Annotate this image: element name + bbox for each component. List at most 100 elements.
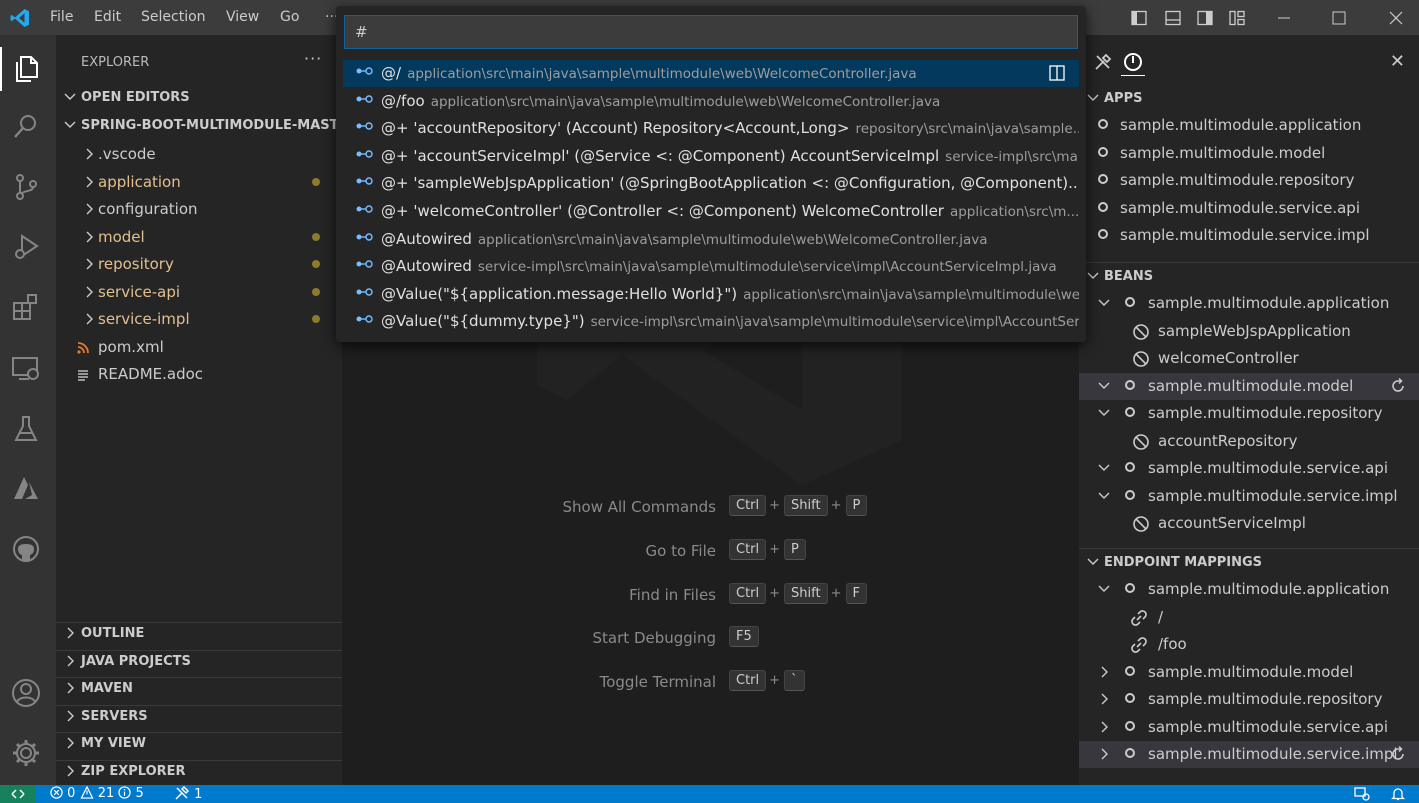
app-item[interactable]: sample.multimodule.repository bbox=[1079, 167, 1419, 194]
open-editors-header[interactable]: OPEN EDITORS bbox=[56, 87, 342, 109]
toggle-secondary-sidebar-icon[interactable] bbox=[1197, 10, 1213, 26]
bean-group-item[interactable]: sample.multimodule.repository bbox=[1079, 400, 1419, 427]
tree-item-label: sample.multimodule.service.impl bbox=[1120, 226, 1370, 244]
section-java-projects[interactable]: JAVA PROJECTS bbox=[56, 649, 342, 672]
open-to-side-icon[interactable] bbox=[1049, 65, 1065, 81]
close-window-icon[interactable] bbox=[1386, 8, 1406, 28]
bean-item[interactable]: sampleWebJspApplication bbox=[1079, 318, 1419, 345]
bean-item[interactable]: accountRepository bbox=[1079, 428, 1419, 455]
keycap: P bbox=[784, 538, 806, 560]
quick-pick-item[interactable]: @+ 'accountServiceImpl' (@Service <: @Co… bbox=[343, 143, 1079, 170]
apps-header[interactable]: APPS bbox=[1079, 88, 1419, 110]
endpoint-group-item[interactable]: sample.multimodule.service.api bbox=[1079, 714, 1419, 741]
app-item[interactable]: sample.multimodule.model bbox=[1079, 140, 1419, 167]
bean-group-item[interactable]: sample.multimodule.service.impl bbox=[1079, 483, 1419, 510]
section-servers[interactable]: SERVERS bbox=[56, 704, 342, 727]
close-panel-button[interactable]: ✕ bbox=[1390, 51, 1405, 72]
file-tree-item[interactable]: configuration bbox=[56, 198, 342, 220]
toggle-panel-icon[interactable] bbox=[1165, 10, 1181, 26]
app-status-icon bbox=[1125, 748, 1135, 758]
remote-explorer-icon[interactable] bbox=[10, 353, 42, 385]
run-debug-icon[interactable] bbox=[10, 231, 42, 263]
minimize-icon[interactable] bbox=[1274, 8, 1294, 28]
app-item[interactable]: sample.multimodule.service.impl bbox=[1079, 222, 1419, 249]
quick-pick-item[interactable]: @Autowired application\src\main\java\samp… bbox=[343, 226, 1079, 253]
file-tree-item[interactable]: .vscode bbox=[56, 143, 342, 165]
tree-item-label: sample.multimodule.service.impl bbox=[1148, 486, 1398, 505]
github-icon[interactable] bbox=[10, 533, 42, 565]
testing-icon[interactable] bbox=[10, 413, 42, 445]
quick-pick-item[interactable]: @+ 'welcomeController' (@Controller <: @… bbox=[343, 198, 1079, 225]
bean-group-item[interactable]: sample.multimodule.application bbox=[1079, 290, 1419, 317]
quick-pick-item-label: @Value("${dummy.type}") service-impl\src\… bbox=[381, 312, 1079, 330]
endpoint-item[interactable]: / bbox=[1079, 604, 1419, 631]
feedback-icon[interactable] bbox=[1354, 787, 1370, 801]
file-tree-item[interactable]: model bbox=[56, 226, 342, 248]
keycap: Shift bbox=[784, 495, 828, 516]
endpoint-group-item[interactable]: sample.multimodule.model bbox=[1079, 659, 1419, 686]
app-item[interactable]: sample.multimodule.service.api bbox=[1079, 195, 1419, 222]
endpoint-item[interactable]: /foo bbox=[1079, 631, 1419, 658]
file-tree-item[interactable]: README.adoc bbox=[56, 363, 342, 385]
symbol-path: service-impl\src\ma... bbox=[945, 148, 1079, 165]
bean-group-item[interactable]: sample.multimodule.model bbox=[1079, 372, 1419, 400]
quick-pick-item[interactable]: @Value("${dummy.type}") service-impl\src\… bbox=[343, 308, 1079, 335]
quick-pick-item[interactable]: @Value("${application.message:Hello Worl… bbox=[343, 281, 1079, 308]
file-tree-item[interactable]: service-impl bbox=[56, 308, 342, 330]
file-tree-item[interactable]: pom.xml bbox=[56, 336, 342, 358]
settings-gear-icon[interactable] bbox=[10, 737, 42, 769]
symbol-path: application\src\main\java\sample\multimo… bbox=[407, 66, 917, 82]
quick-pick-input[interactable] bbox=[344, 15, 1078, 49]
app-item[interactable]: sample.multimodule.application bbox=[1079, 112, 1419, 139]
spring-boot-icon[interactable] bbox=[1123, 52, 1143, 72]
menu-selection[interactable]: Selection bbox=[141, 9, 206, 25]
problems-status[interactable]: 0 21 5 bbox=[50, 785, 144, 801]
notifications-bell-icon[interactable] bbox=[1391, 787, 1405, 801]
menu-file[interactable]: File bbox=[50, 9, 73, 25]
endpoint-group-item[interactable]: sample.multimodule.repository bbox=[1079, 686, 1419, 713]
header-label: ENDPOINT MAPPINGS bbox=[1104, 555, 1263, 570]
section-my-view[interactable]: MY VIEW bbox=[56, 732, 342, 754]
project-header[interactable]: SPRING-BOOT-MULTIMODULE-MASTER bbox=[56, 115, 342, 137]
menu-go[interactable]: Go bbox=[280, 9, 299, 25]
tools-status[interactable]: 1 bbox=[174, 785, 202, 802]
explorer-icon[interactable] bbox=[10, 53, 42, 85]
file-tree-item[interactable]: application bbox=[56, 171, 342, 193]
menu-edit[interactable]: Edit bbox=[94, 9, 121, 25]
bean-group-item[interactable]: sample.multimodule.service.api bbox=[1079, 455, 1419, 482]
refresh-icon[interactable] bbox=[1389, 745, 1407, 763]
sidebar-more-button[interactable]: ··· bbox=[304, 49, 322, 68]
extensions-icon[interactable] bbox=[10, 291, 42, 323]
file-tree-item[interactable]: service-api bbox=[56, 281, 342, 303]
menu-view[interactable]: View bbox=[226, 9, 259, 25]
bean-item[interactable]: accountServiceImpl bbox=[1079, 510, 1419, 537]
quick-pick-item[interactable]: @Autowired service-impl\src\main\java\sam… bbox=[343, 253, 1079, 280]
quick-pick-item[interactable]: @/foo application\src\main\java\sample\mu… bbox=[343, 88, 1079, 115]
tools-icon[interactable] bbox=[1093, 52, 1113, 72]
accounts-icon[interactable] bbox=[10, 677, 42, 709]
maximize-icon[interactable] bbox=[1329, 8, 1349, 28]
beans-header[interactable]: BEANS bbox=[1079, 266, 1419, 288]
customize-layout-icon[interactable] bbox=[1229, 10, 1245, 26]
section-zip-explorer[interactable]: ZIP EXPLORER bbox=[56, 759, 342, 782]
file-tree-item[interactable]: repository bbox=[56, 253, 342, 275]
search-icon[interactable] bbox=[10, 111, 42, 143]
quick-pick-item[interactable]: @+ 'sampleWebJspApplication' (@SpringBoo… bbox=[343, 170, 1079, 197]
endpoint-group-item[interactable]: sample.multimodule.service.impl bbox=[1079, 741, 1419, 768]
section-label: JAVA PROJECTS bbox=[81, 653, 191, 669]
quick-pick-item[interactable]: @/ application\src\main\java\sample\multi… bbox=[343, 60, 1079, 87]
endpoint-mappings-header[interactable]: ENDPOINT MAPPINGS bbox=[1079, 552, 1419, 574]
shortcut-keys: Ctrl + Shift + P bbox=[729, 495, 870, 516]
section-label: MY VIEW bbox=[81, 736, 146, 751]
refresh-icon[interactable] bbox=[1389, 377, 1407, 395]
azure-icon[interactable] bbox=[10, 473, 42, 505]
section-outline[interactable]: OUTLINE bbox=[56, 622, 342, 644]
source-control-icon[interactable] bbox=[10, 171, 42, 203]
endpoint-group-item[interactable]: sample.multimodule.application bbox=[1079, 576, 1419, 603]
toggle-primary-sidebar-icon[interactable] bbox=[1131, 10, 1147, 26]
remote-indicator[interactable] bbox=[0, 785, 36, 803]
bean-item[interactable]: welcomeController bbox=[1079, 345, 1419, 372]
chevron-down-icon bbox=[64, 93, 76, 100]
quick-pick-item[interactable]: @+ 'accountRepository' (Account) Reposit… bbox=[343, 115, 1079, 142]
section-maven[interactable]: MAVEN bbox=[56, 677, 342, 699]
